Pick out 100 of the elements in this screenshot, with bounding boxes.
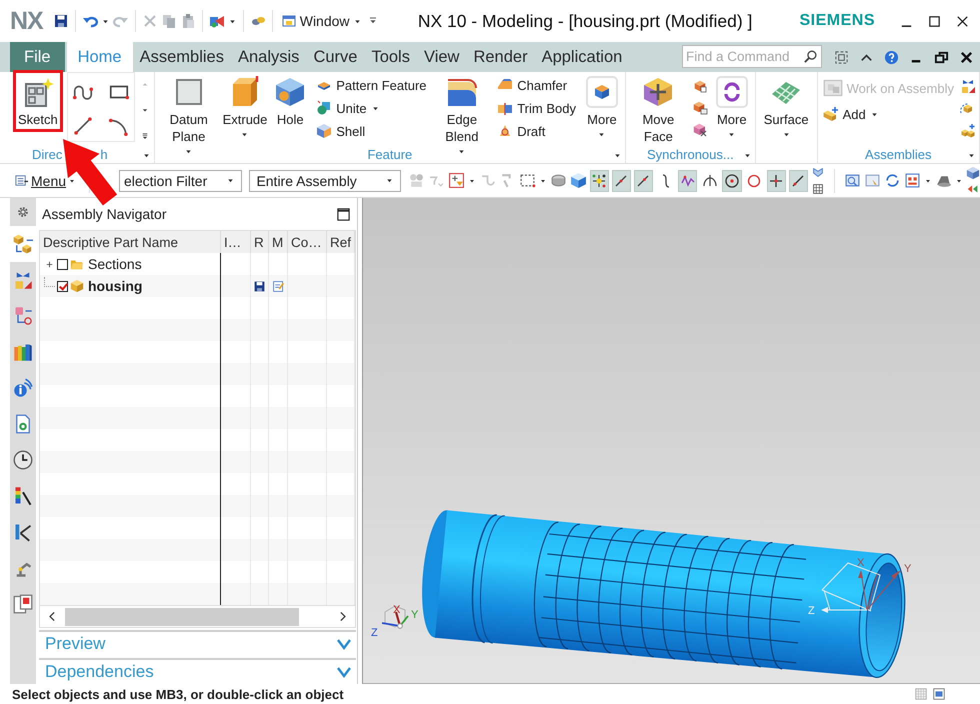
snap-button[interactable] [722,170,742,192]
document-icon [13,414,33,434]
cube-icon[interactable] [966,166,980,180]
axis-label: Y [411,609,418,621]
settings-icon [16,205,30,219]
ribbon-button[interactable]: Trim Body [495,98,578,118]
ribbon-tab[interactable]: Home [66,42,133,72]
ribbon-button[interactable]: Move Face [628,70,688,149]
layout-icon[interactable] [904,172,921,189]
unite-icon [316,100,332,116]
cube-icon[interactable] [692,122,708,138]
ribbon-button[interactable]: Sketch [13,70,63,132]
ribbon-tab[interactable]: Curve [306,42,364,72]
checkbox[interactable] [57,280,68,292]
add-component-icon[interactable] [960,122,976,138]
maximize-icon[interactable] [336,206,351,222]
ribbon-button[interactable]: More [582,70,622,146]
tree-node[interactable]: housing [88,278,142,294]
ribbon-button[interactable]: Unite [314,98,429,118]
cube-icon [586,76,618,108]
tree-node[interactable]: Sections [88,256,142,272]
ribbon-tab[interactable]: Tools [364,42,417,72]
save-icon[interactable] [52,13,69,29]
snap-button[interactable] [634,170,654,192]
axis-label: Z [371,627,378,639]
circle-icon [746,172,762,188]
roles-icon [13,594,33,614]
line-icon [613,172,630,188]
restore-icon[interactable] [934,50,949,64]
ribbon-button[interactable]: Shell [314,121,429,141]
column-header[interactable]: Ref [327,231,355,253]
ribbon-tab[interactable]: Assemblies [132,42,231,72]
close-icon[interactable] [955,14,970,28]
ribbon-group-label: Synchronous... [647,147,734,162]
scrollbar-thumb[interactable] [65,608,299,626]
view-triad-icon[interactable] [382,605,409,629]
window-icon[interactable] [932,687,946,701]
dropdown-field[interactable]: Entire Assembly [249,170,401,192]
window-menu[interactable]: Window [278,13,364,29]
ribbon-button[interactable]: Pattern Feature [314,75,429,95]
app-logo: NX [10,6,43,36]
fit-view-icon[interactable] [834,50,849,64]
circle-center-icon [724,172,740,188]
ribbon-button[interactable]: Edge Blend [432,70,492,163]
line-icon [790,172,806,188]
kinematics-icon [13,522,33,542]
ribbon-button[interactable]: Surface [758,70,814,146]
view-triad-icon[interactable] [811,166,825,180]
hole-icon [274,76,306,108]
snap-button[interactable] [788,170,808,192]
ribbon-tab[interactable]: Application [534,42,630,72]
rotate-icon[interactable] [884,172,901,189]
cube-icon[interactable] [570,172,587,189]
assembly-tree-icon [13,234,33,254]
snap-button[interactable] [590,170,609,192]
snap-points-icon [591,172,608,188]
cylinder-model-drawing[interactable] [422,510,906,678]
line-icon[interactable] [72,115,94,137]
column-header[interactable]: R [251,231,269,253]
ribbon-tab[interactable]: Render [466,42,535,72]
ribbon-group-label: Direc [32,147,62,162]
view-icon[interactable] [844,172,861,189]
constraint-icon[interactable] [960,78,976,94]
status-message: Select objects and use MB3, or double-click an object [12,686,344,702]
column-header[interactable]: Co… [288,231,327,253]
rotate-icon [716,76,748,108]
column-header[interactable]: Descriptive Part Name [40,231,221,253]
axis-label: Y [904,563,912,575]
ribbon-button[interactable]: Add [820,104,956,124]
ribbon-button[interactable]: Datum Plane [158,70,220,163]
grid-icon[interactable] [811,182,825,196]
search-field[interactable]: Find a Command [682,45,822,68]
file-tab[interactable]: File [10,42,65,72]
dropdown-field[interactable]: election Filter [118,170,242,192]
ribbon-tab[interactable]: View [416,42,466,72]
maximize-icon[interactable] [927,14,942,28]
ribbon-button[interactable]: Draft [495,121,578,141]
ribbon-button[interactable]: More [712,70,752,146]
ribbon-button[interactable]: Hole [270,70,310,132]
rectangle-select-icon[interactable] [518,172,536,189]
ribbon-button[interactable]: Chamfer [495,75,578,95]
cube-icon[interactable] [692,100,708,116]
close-icon[interactable] [959,50,974,64]
snap-button[interactable] [678,170,698,192]
help-icon[interactable] [884,50,899,64]
ribbon-group-label: Assemblies [865,147,932,162]
cylinder-icon[interactable] [550,172,567,189]
snap-button[interactable] [612,170,631,192]
column-header[interactable]: M [269,231,288,253]
ribbon-button[interactable]: Extrude [224,70,266,146]
tools-icon[interactable] [208,13,225,29]
view-icon[interactable] [864,172,881,189]
cube-icon [70,279,84,293]
window-title: NX 10 - Modeling - [housing.prt (Modified) ] [416,10,754,32]
axis-label: X [393,604,400,616]
snap-button[interactable] [766,170,786,192]
checkbox[interactable] [57,258,68,270]
edge-blend-icon [446,76,478,108]
ribbon-tab[interactable]: Analysis [230,42,306,72]
column-header[interactable]: I… [221,231,251,253]
